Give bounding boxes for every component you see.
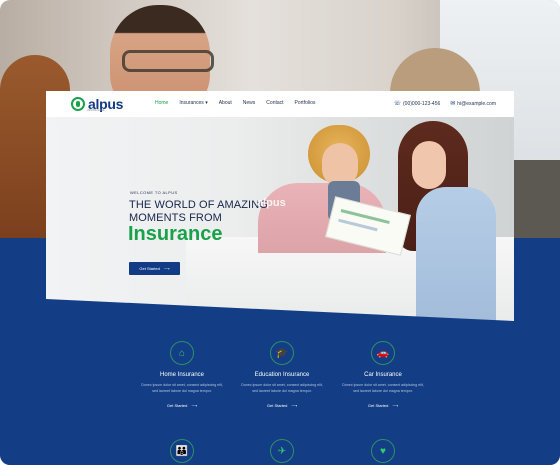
arrow-right-icon: ⟶	[291, 403, 298, 408]
hero-woman-brunette-body	[416, 187, 496, 330]
hero-welcome: WELCOME TO ALPUS	[130, 190, 178, 195]
hero-woman-brunette-face	[412, 141, 446, 189]
main-menu: Home Insurances ▾ About News Contact Por…	[155, 100, 326, 106]
nav-item-contact[interactable]: Contact	[266, 100, 283, 106]
service-link-label: Get Started	[266, 403, 288, 408]
service-link[interactable]: Get Started ⟶	[335, 403, 431, 408]
website-mockup: alpus INSURANCE Home Insurances ▾ About …	[46, 91, 514, 465]
service-link[interactable]: Get Started ⟶	[134, 403, 230, 408]
service-link[interactable]: Get Started ⟶	[234, 403, 330, 408]
glasses	[122, 50, 214, 72]
service-description: Donec ipsum dolor sit amet, consect adip…	[342, 383, 424, 393]
get-started-button[interactable]: Get Started ⟶	[129, 262, 180, 275]
heart-icon: ♥	[371, 439, 395, 463]
service-card-education: 🎓 Education Insurance Donec ipsum dolor …	[234, 341, 330, 408]
airplane-icon: ✈	[270, 439, 294, 463]
nav-item-portfolios[interactable]: Portfolios	[295, 100, 316, 106]
arrow-right-icon: ⟶	[163, 266, 170, 271]
hero-highlight: Insurance	[128, 223, 223, 245]
hero-heading-line1: THE WORLD OF AMAZING	[129, 199, 268, 211]
email-contact[interactable]: ✉ hi@example.com	[450, 100, 496, 108]
nav-item-about[interactable]: About	[219, 100, 232, 106]
top-navbar: alpus INSURANCE Home Insurances ▾ About …	[46, 91, 514, 117]
service-link-label: Get Started	[367, 403, 389, 408]
get-started-label: Get Started	[139, 266, 160, 271]
logo-tagline: INSURANCE	[87, 108, 105, 112]
service-card-home: ⌂ Home Insurance Donec ipsum dolor sit a…	[134, 341, 230, 408]
nav-item-news[interactable]: News	[243, 100, 256, 106]
arrow-right-icon: ⟶	[191, 403, 198, 408]
service-title[interactable]: Home Insurance	[134, 372, 230, 378]
hero-section: WELCOME TO ALPUS THE WORLD OF AMAZING MO…	[46, 117, 514, 330]
service-card-car: 🚗 Car Insurance Donec ipsum dolor sit am…	[335, 341, 431, 408]
service-description: Donec ipsum dolor sit amet, consect adip…	[241, 383, 323, 393]
services-section: ⌂ Home Insurance Donec ipsum dolor sit a…	[46, 299, 514, 465]
service-title[interactable]: Car Insurance	[335, 372, 431, 378]
graduation-cap-icon: 🎓	[270, 341, 294, 365]
contact-info: ☏ (00)000-123-456 ✉ hi@example.com	[393, 100, 497, 108]
service-description: Donec ipsum dolor sit amet, consect adip…	[141, 383, 223, 393]
home-icon: ⌂	[170, 341, 194, 365]
service-link-label: Get Started	[166, 403, 188, 408]
arrow-right-icon: ⟶	[392, 403, 399, 408]
envelope-icon: ✉	[450, 101, 456, 107]
phone-contact[interactable]: ☏ (00)000-123-456	[393, 100, 441, 108]
logo-icon	[71, 97, 85, 111]
nav-item-home[interactable]: Home	[155, 100, 168, 106]
family-icon: 👪	[170, 439, 194, 463]
service-title[interactable]: Education Insurance	[234, 372, 330, 378]
phone-icon: ☏	[393, 101, 402, 107]
nav-item-insurances[interactable]: Insurances ▾	[179, 100, 207, 106]
car-icon: 🚗	[371, 341, 395, 365]
hero-watermark: alpus	[257, 197, 286, 209]
